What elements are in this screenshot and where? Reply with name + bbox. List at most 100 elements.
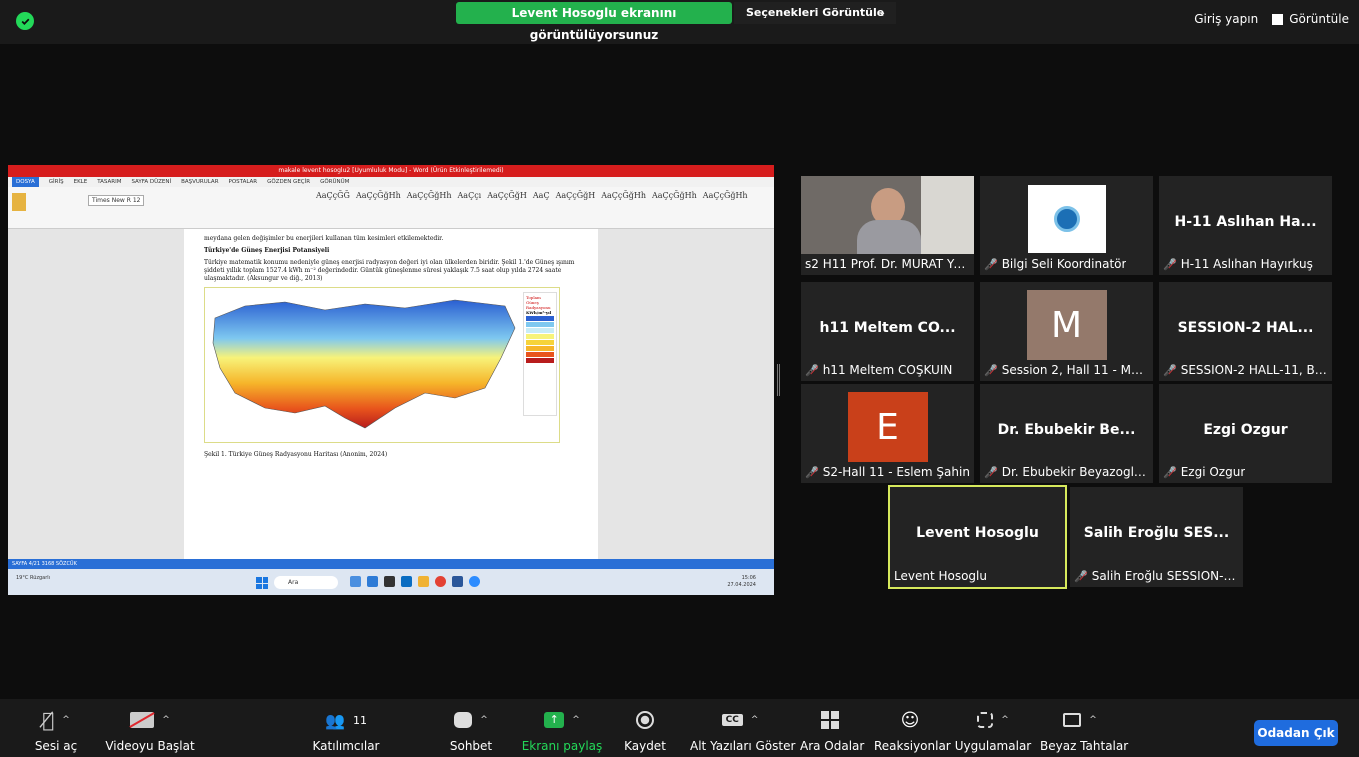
participant-display-name: H-11 Aslıhan Ha... — [1174, 214, 1317, 230]
word-style: AaÇçĞĞ — [316, 191, 350, 200]
record-icon — [636, 711, 654, 729]
meeting-controls-bar: 🎙̸ ^ Sesi aç ^ Videoyu Başlat 👥 11 Katılım… — [0, 699, 1359, 757]
participant-tile[interactable]: 🎤̸ Bilgi Seli Koordinatör — [980, 176, 1153, 275]
whiteboards-button[interactable]: ^ Beyaz Tahtalar — [1040, 709, 1129, 753]
paste-icon — [12, 193, 26, 211]
participants-label: Katılımcılar — [312, 739, 380, 753]
active-speaker-tile[interactable]: Levent Hosoglu Levent Hosoglu — [888, 485, 1067, 589]
word-style: AaÇçĞğHh — [601, 191, 646, 200]
unmute-label: Sesi aç — [34, 739, 78, 753]
word-tab-dosya: DOSYA — [12, 177, 39, 187]
chevron-up-icon[interactable]: ^ — [572, 715, 580, 725]
participant-tile[interactable]: Dr. Ebubekir Be... 🎤̸ Dr. Ebubekir Beyazo… — [980, 384, 1153, 483]
top-right-actions: Giriş yapın Görüntüle — [1194, 12, 1349, 26]
unmute-button[interactable]: 🎙̸ ^ Sesi aç — [20, 708, 92, 753]
participant-name: 🎤̸ Bilgi Seli Koordinatör — [984, 257, 1127, 271]
participant-tile[interactable]: Salih Eroğlu SES... 🎤̸ Salih Eroğlu SESSI… — [1070, 487, 1243, 587]
start-video-button[interactable]: ^ Videoyu Başlat — [100, 709, 200, 753]
apps-label: Uygulamalar — [954, 739, 1032, 753]
shared-screen: makale levent hosoglu2 [Uyumluluk Modu] … — [8, 165, 774, 595]
word-ribbon-tabs: DOSYA GİRİŞ EKLE TASARIM SAYFA DÜZENİ BA… — [8, 177, 774, 187]
mic-muted-icon: 🎤̸ — [1074, 569, 1088, 583]
chevron-up-icon[interactable]: ^ — [751, 715, 759, 725]
word-style: AaÇçĞğHh — [652, 191, 697, 200]
security-shield-icon[interactable] — [16, 12, 34, 30]
participants-button[interactable]: 👥 11 Katılımcılar — [306, 709, 386, 754]
windows-start-icon — [256, 577, 268, 589]
reactions-label: Reaksiyonlar — [874, 739, 951, 753]
word-tab-giris: GİRİŞ — [48, 179, 64, 185]
chat-label: Sohbet — [449, 739, 493, 753]
participant-display-name: Ezgi Ozgur — [1203, 422, 1288, 438]
leave-meeting-button[interactable]: Odadan Çık — [1254, 720, 1338, 746]
mic-muted-icon: 🎤̸ — [984, 257, 998, 271]
participant-video — [801, 176, 974, 254]
chevron-down-icon: ⌄ — [878, 8, 886, 18]
word-style: AaÇçĞğHh — [355, 191, 401, 200]
word-tab-basvurular: BAŞVURULAR — [181, 179, 219, 185]
chevron-up-icon[interactable]: ^ — [480, 715, 488, 725]
legend-swatch — [526, 340, 554, 345]
share-screen-button[interactable]: ↑ ^ Ekranı paylaş — [518, 709, 606, 753]
word-icon — [452, 576, 463, 587]
view-options-button[interactable]: Seçenekleri Görüntüle ⌄ — [734, 2, 896, 24]
participant-display-name: SESSION-2 HAL... — [1177, 320, 1314, 336]
apps-button[interactable]: ^ Uygulamalar — [954, 709, 1032, 753]
participant-tile[interactable]: H-11 Aslıhan Ha... 🎤̸ H-11 Aslıhan Hayırk… — [1159, 176, 1332, 275]
background-wall — [921, 176, 974, 254]
chevron-up-icon[interactable]: ^ — [62, 715, 70, 725]
legend-unit: KWh/m²-yıl — [526, 310, 552, 315]
breakout-rooms-icon — [821, 711, 839, 729]
word-font-name: Times New R — [92, 197, 131, 204]
meeting-top-bar: Levent Hosoglu ekranını görüntülüyorsunu… — [0, 0, 1359, 44]
breakout-rooms-button[interactable]: Ara Odalar — [800, 709, 864, 753]
doc-figure-caption: Şekil 1. Türkiye Güneş Radyasyonu Harita… — [204, 451, 388, 458]
view-layout-button[interactable]: Görüntüle — [1272, 12, 1349, 26]
view-layout-label: Görüntüle — [1289, 12, 1349, 26]
word-status-bar: SAYFA 4/21 3168 SÖZCÜK — [8, 559, 774, 569]
participant-tile[interactable]: s2 H11 Prof. Dr. MURAT YA... — [801, 176, 974, 275]
mic-muted-icon: 🎤̸ — [1163, 465, 1177, 479]
participant-tile[interactable]: SESSION-2 HAL... 🎤̸ SESSION-2 HALL-11, Bu… — [1159, 282, 1332, 381]
participant-tile[interactable]: M 🎤̸ Session 2, Hall 11 - Mah... — [980, 282, 1153, 381]
word-tab-gorunum: GÖRÜNÜM — [320, 179, 350, 185]
word-style: AaÇçĞğH — [555, 191, 596, 200]
participant-name: Levent Hosoglu — [894, 569, 987, 583]
chevron-up-icon[interactable]: ^ — [1089, 715, 1097, 725]
doc-paragraph: Türkiye matematik konumu nedeniyle güneş… — [204, 259, 575, 282]
taskbar-clock: 15:06 27.04.2024 — [727, 575, 756, 589]
participant-tile[interactable]: E 🎤̸ S2-Hall 11 - Eslem Şahin — [801, 384, 974, 483]
participant-name: 🎤̸ Dr. Ebubekir Beyazoglu-... — [984, 465, 1149, 479]
share-screen-label: Ekranı paylaş — [521, 739, 603, 753]
participant-display-name: Dr. Ebubekir Be... — [997, 422, 1136, 438]
participant-display-name: Levent Hosoglu — [916, 525, 1039, 541]
word-styles-gallery: AaÇçĞĞ AaÇçĞğHh AaÇçĞğHh AaÇçı AaÇçĞğH A… — [316, 191, 748, 200]
participant-tile[interactable]: h11 Meltem CO... 🎤̸ h11 Meltem COŞKUIN — [801, 282, 974, 381]
participant-name: 🎤̸ Ezgi Ozgur — [1163, 465, 1246, 479]
word-ribbon: Times New R 12 AaÇçĞĞ AaÇçĞğHh AaÇçĞğHh … — [8, 187, 774, 229]
participants-count: 11 — [352, 713, 367, 727]
chat-button[interactable]: ^ Sohbet — [440, 709, 502, 753]
captions-icon: CC — [721, 714, 743, 726]
app-icon — [384, 576, 395, 587]
captions-button[interactable]: CC ^ Alt Yazıları Göster — [690, 709, 795, 753]
record-button[interactable]: Kaydet — [620, 709, 670, 753]
legend-swatch — [526, 316, 554, 321]
word-style: AaÇ — [532, 191, 550, 200]
panel-resize-handle[interactable] — [777, 364, 780, 396]
login-link[interactable]: Giriş yapın — [1194, 12, 1258, 26]
bilsel-logo-icon — [1028, 185, 1106, 253]
word-tab-sayfa-duzeni: SAYFA DÜZENİ — [131, 179, 172, 185]
taskbar-weather: 19°C Rüzgarlı — [16, 575, 51, 581]
chevron-up-icon[interactable]: ^ — [162, 715, 170, 725]
mic-muted-icon: 🎙̸ — [42, 708, 55, 732]
chevron-up-icon[interactable]: ^ — [1001, 715, 1009, 725]
word-margin-left — [8, 229, 184, 559]
mic-muted-icon: 🎤̸ — [1163, 257, 1177, 271]
clock-time: 15:06 — [741, 575, 756, 581]
legend-swatch — [526, 334, 554, 339]
participant-tile[interactable]: Ezgi Ozgur 🎤̸ Ezgi Ozgur — [1159, 384, 1332, 483]
whiteboards-label: Beyaz Tahtalar — [1040, 739, 1129, 753]
participant-display-name: h11 Meltem CO... — [819, 320, 956, 336]
reactions-button[interactable]: ☺ Reaksiyonlar — [874, 709, 951, 754]
